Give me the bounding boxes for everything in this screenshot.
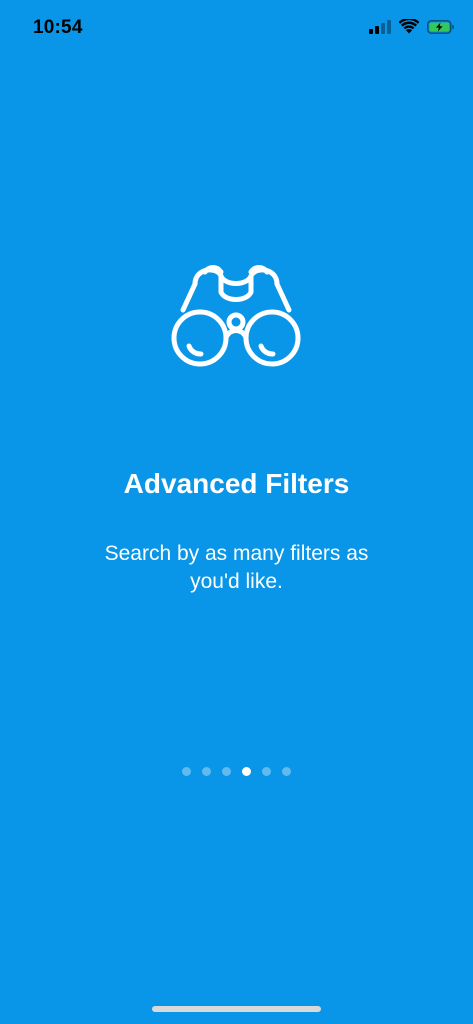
page-title: Advanced Filters (123, 468, 350, 499)
page-dot-5[interactable] (262, 767, 271, 776)
page-dot-6[interactable] (282, 767, 291, 776)
home-indicator[interactable] (152, 1006, 321, 1012)
wifi-icon (398, 17, 420, 39)
status-icons (369, 17, 455, 39)
cellular-signal-icon (369, 19, 391, 39)
status-time: 10:54 (33, 17, 83, 38)
battery-charging-icon (427, 19, 455, 39)
page-subtitle: Search by as many filters as you'd like. (104, 542, 369, 593)
binoculars-icon (165, 258, 307, 370)
page-dot-2[interactable] (202, 767, 211, 776)
page-dot-3[interactable] (222, 767, 231, 776)
status-bar: 10:54 (0, 0, 473, 58)
page-dot-1[interactable] (182, 767, 191, 776)
page-indicator[interactable] (0, 767, 473, 776)
page-dot-4-active[interactable] (242, 767, 251, 776)
